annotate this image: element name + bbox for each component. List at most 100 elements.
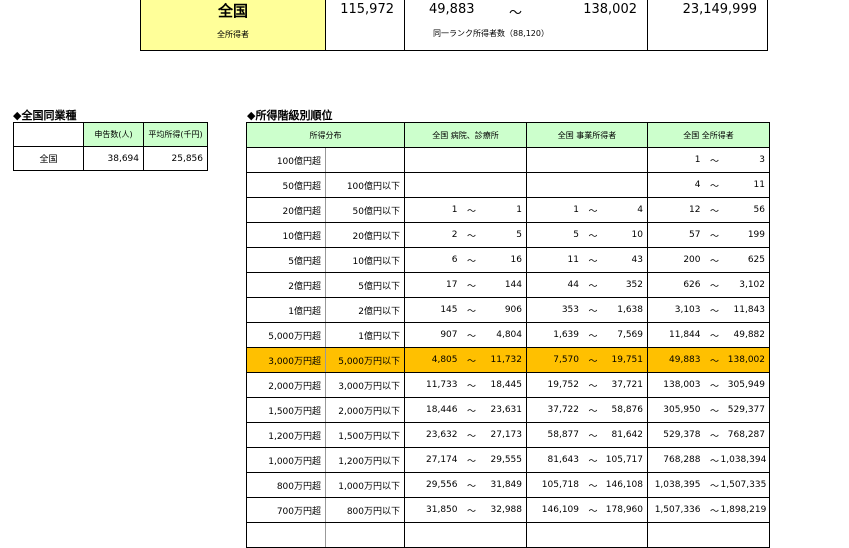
rank-range-cell: 29,556 ～ 31,849	[404, 472, 527, 498]
rank-range-cell: 138,003 ～ 305,949	[647, 372, 770, 398]
row-count: 38,694	[83, 146, 144, 171]
table-row: 3,000万円超 5,000万円以下 4,805 ～ 11,732 7,570 ～ 19,75…	[246, 347, 770, 373]
rank-range-cell: 105,718 ～ 146,108	[526, 472, 648, 498]
rank-range-cell: 2 ～ 5	[404, 222, 527, 248]
income-rank-header-row: 所得分布 全国 病院、診療所 全国 事業所得者 全国 全所得者	[246, 122, 770, 148]
rank-tilde: ～	[588, 281, 598, 292]
rank-tilde: ～	[709, 381, 719, 392]
bracket-upper	[325, 147, 405, 173]
bracket-lower: 50億円超	[246, 172, 326, 198]
rank-range-cell: 11,844 ～ 49,882	[647, 322, 770, 348]
rank-to: 7,569	[617, 330, 643, 340]
rank-range-cell	[404, 172, 527, 198]
rank-from: 23,632	[426, 430, 458, 440]
bracket-upper: 800万円以下	[325, 497, 405, 523]
rank-to: 1,638	[617, 305, 643, 315]
rank-to: 49,882	[733, 330, 766, 340]
rank-from: 907	[440, 330, 458, 340]
summary-range-tilde: ～	[509, 6, 523, 21]
rank-to: 138,002	[727, 355, 765, 365]
rank-to: 5	[516, 230, 522, 240]
rank-to: 3	[759, 155, 765, 165]
rank-range-cell: 18,446 ～ 23,631	[404, 397, 527, 423]
table-row: 5億円超 10億円以下 6 ～ 16 11 ～ 43 200 ～ 625	[246, 247, 770, 273]
table-row: 5,000万円超 1億円以下 907 ～ 4,804 1,639 ～ 7,569 11,844 ～…	[246, 322, 770, 348]
table-row: 50億円超 100億円以下 4 ～ 11	[246, 172, 770, 198]
rank-from: 4	[694, 180, 701, 190]
rank-tilde: ～	[588, 381, 598, 392]
header-cell: 全国 事業所得者	[526, 122, 648, 148]
rank-range-cell: 44 ～ 352	[526, 272, 648, 298]
rank-tilde: ～	[709, 231, 719, 242]
rank-range-cell	[526, 172, 648, 198]
rank-range-cell: 57 ～ 199	[647, 222, 770, 248]
rank-range-cell: 58,877 ～ 81,642	[526, 422, 648, 448]
rank-from: 626	[683, 280, 701, 290]
rank-to: 11,843	[733, 305, 766, 315]
rank-from: 81,643	[547, 455, 580, 465]
rank-tilde: ～	[709, 256, 719, 267]
bracket-lower: 1,200万円超	[246, 422, 326, 448]
rank-to: 19,751	[611, 355, 644, 365]
rank-to: 144	[504, 280, 522, 290]
rank-range-cell: 12 ～ 56	[647, 197, 770, 223]
header-cell: 全国 全所得者	[647, 122, 770, 148]
rank-range-cell: 6 ～ 16	[404, 247, 527, 273]
rank-range-cell	[404, 147, 527, 173]
rank-range-cell: 3,103 ～ 11,843	[647, 297, 770, 323]
rank-tilde: ～	[466, 381, 476, 392]
table-row	[246, 522, 770, 548]
bracket-lower: 5億円超	[246, 247, 326, 273]
rank-range-cell: 7,570 ～ 19,751	[526, 347, 648, 373]
bracket-upper: 1,000万円以下	[325, 472, 405, 498]
rank-from: 1	[573, 205, 579, 215]
rank-to: 4,804	[496, 330, 522, 340]
rank-from: 11,844	[669, 330, 701, 340]
rank-from: 1,038,395	[654, 480, 701, 490]
rank-to: 1	[516, 205, 522, 215]
rank-range-cell: 23,632 ～ 27,173	[404, 422, 527, 448]
table-row: 2億円超 5億円以下 17 ～ 144 44 ～ 352 626 ～ 3,102	[246, 272, 770, 298]
bracket-upper: 1億円以下	[325, 322, 405, 348]
rank-from: 6	[451, 255, 458, 265]
rank-to: 23,631	[490, 405, 523, 415]
bracket-upper: 5,000万円以下	[325, 347, 405, 373]
rank-tilde: ～	[709, 481, 719, 492]
bracket-lower: 2,000万円超	[246, 372, 326, 398]
rank-tilde: ～	[466, 306, 476, 317]
same-industry-title: ◆全国同業種	[13, 109, 77, 122]
rank-range-cell: 146,109 ～ 178,960	[526, 497, 648, 523]
rank-tilde: ～	[588, 231, 598, 242]
rank-range-cell: 37,722 ～ 58,876	[526, 397, 648, 423]
rank-from: 3,103	[674, 305, 701, 315]
rank-from: 1	[451, 205, 458, 215]
summary-max: 23,149,999	[682, 2, 757, 17]
rank-from: 1,639	[553, 330, 579, 340]
table-row: 全国 38,694 25,856	[13, 146, 208, 171]
header-cell: 全国 病院、診療所	[404, 122, 527, 148]
rank-from: 11	[567, 255, 579, 265]
rank-to: 4	[637, 205, 643, 215]
bracket-lower: 1,500万円超	[246, 397, 326, 423]
table-row: 10億円超 20億円以下 2 ～ 5 5 ～ 10 57 ～ 199	[246, 222, 770, 248]
rank-from: 4,805	[431, 355, 458, 365]
rank-tilde: ～	[466, 281, 476, 292]
rank-to: 352	[625, 280, 643, 290]
header-cell	[13, 122, 84, 147]
rank-tilde: ～	[709, 331, 719, 342]
bracket-upper: 5億円以下	[325, 272, 405, 298]
bracket-upper: 20億円以下	[325, 222, 405, 248]
table-row: 700万円超 800万円以下 31,850 ～ 32,988 146,109 ～ 178,96…	[246, 497, 770, 523]
rank-from: 1,507,336	[654, 505, 701, 515]
header-cell: 申告数(人)	[83, 122, 144, 147]
rank-tilde: ～	[466, 406, 476, 417]
header-cell: 平均所得(千円)	[143, 122, 208, 147]
summary-range-high: 138,002	[583, 2, 637, 17]
rank-from: 2	[451, 230, 458, 240]
rank-from: 19,752	[547, 380, 580, 390]
summary-region-cell: 全国 全所得者	[141, 0, 326, 50]
rank-to: 105,717	[605, 455, 643, 465]
rank-to: 906	[504, 305, 522, 315]
table-row: 800万円超 1,000万円以下 29,556 ～ 31,849 105,718 ～ 146,…	[246, 472, 770, 498]
rank-tilde: ～	[588, 456, 598, 467]
